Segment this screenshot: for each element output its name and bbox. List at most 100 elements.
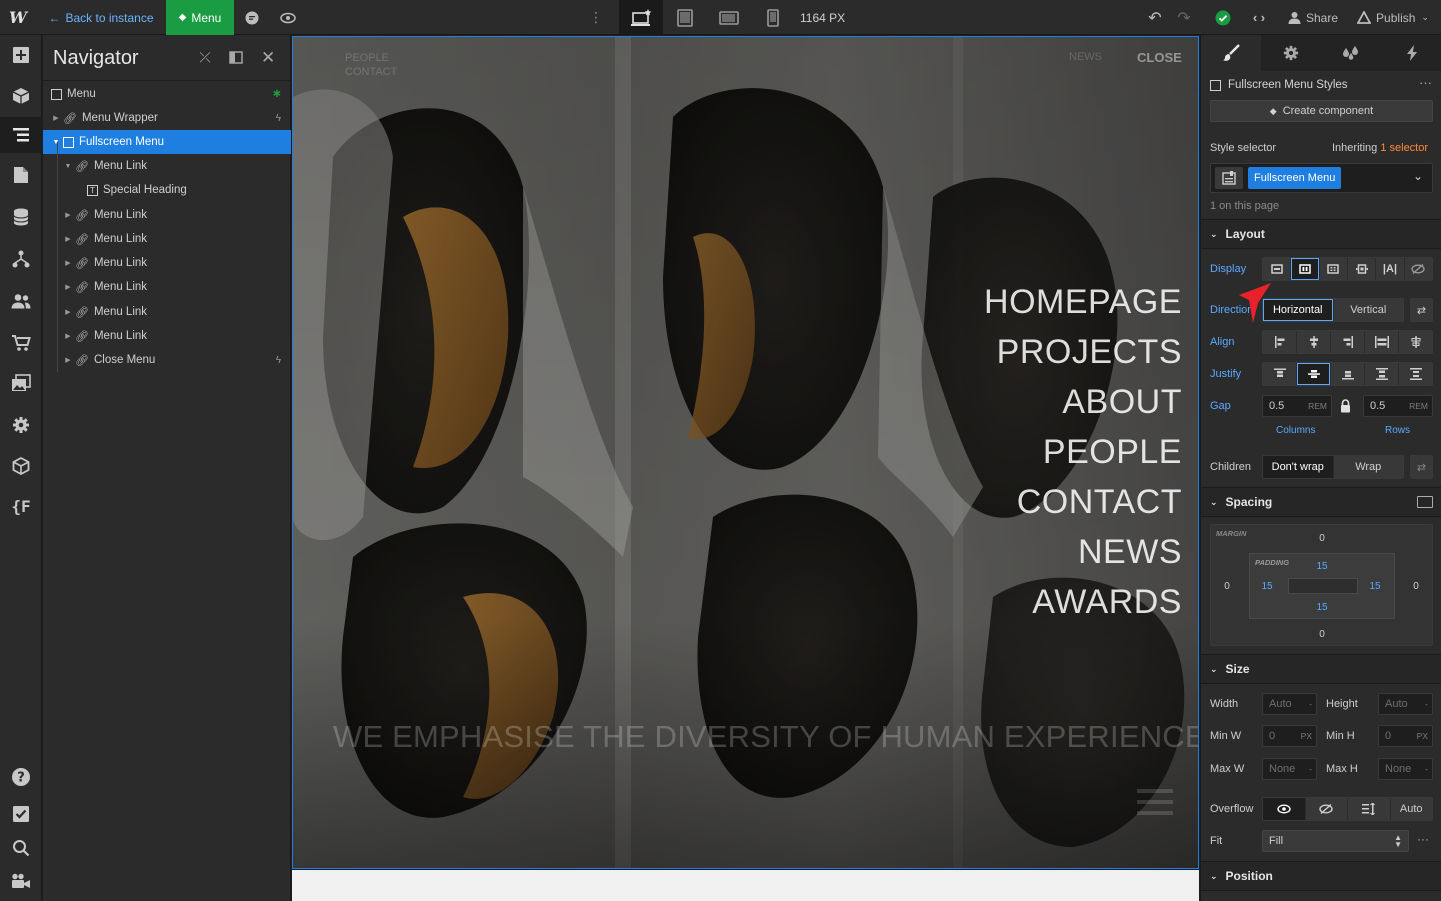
display-none-button[interactable] [1405,258,1432,280]
dock-panel-button[interactable] [229,51,243,64]
fit-more-options-icon[interactable]: ··· [1417,832,1429,846]
gap-rows-unit[interactable]: REM [1409,401,1428,411]
display-flex-button[interactable] [1291,258,1320,280]
logic-panel-button[interactable] [0,241,42,277]
display-inline-button[interactable]: |A| [1376,258,1405,280]
justify-space-between-button[interactable] [1365,363,1399,385]
layout-section-header[interactable]: ⌄ Layout [1201,219,1441,249]
margin-left-value[interactable]: 0 [1221,581,1233,592]
symbols-panel-button[interactable] [0,78,42,114]
wrap-button[interactable]: Wrap [1334,456,1404,478]
search-button[interactable] [0,830,42,866]
overflow-hidden-button[interactable] [1306,798,1348,820]
menu-link-news[interactable]: NEWS [1078,535,1182,569]
variables-icon[interactable]: {F [0,488,42,524]
redo-icon[interactable]: ↷ [1172,0,1196,35]
cms-panel-button[interactable] [0,199,42,235]
nav-item-fullscreen-menu[interactable]: ▼ Fullscreen Menu [43,130,291,154]
users-panel-button[interactable] [0,283,42,319]
add-panel-button[interactable] [0,37,42,73]
align-center-button[interactable] [1297,331,1331,353]
max-height-unit[interactable]: - [1425,764,1428,774]
size-section-header[interactable]: ⌄ Size [1201,654,1441,684]
align-baseline-button[interactable] [1399,331,1432,353]
assets-panel-button[interactable] [0,365,42,401]
tab-interactions[interactable] [1381,35,1441,71]
width-unit[interactable]: - [1309,699,1312,709]
direction-vertical-button[interactable]: Vertical [1334,299,1404,321]
nav-item-menu-link[interactable]: ▶ 🔗︎ Menu Link [43,324,291,348]
menu-link-homepage[interactable]: HOMEPAGE [984,285,1182,319]
tab-style[interactable] [1201,35,1261,71]
nav-item-menu[interactable]: Menu ✱ [43,82,291,106]
justify-start-button[interactable] [1263,363,1297,385]
close-menu-link[interactable]: CLOSE [1137,50,1182,65]
style-selector-field[interactable]: Fullscreen Menu ⌄ [1210,163,1433,193]
overflow-auto-button[interactable]: Auto [1391,798,1433,820]
nav-item-menu-link[interactable]: ▶ 🔗︎ Menu Link [43,300,291,324]
gap-rows-input[interactable]: 0.5 REM [1363,395,1433,417]
nav-item-menu-link[interactable]: ▼ 🔗︎ Menu Link [43,154,291,178]
breakpoint-tablet[interactable] [670,0,700,35]
menu-link-people[interactable]: PEOPLE [1043,435,1182,469]
share-button[interactable]: Share [1280,0,1346,35]
menu-link-awards[interactable]: AWARDS [1032,585,1182,619]
component-menu-badge[interactable]: ◆ Menu [166,0,234,35]
padding-right-value[interactable]: 15 [1367,581,1383,592]
margin-bottom-value[interactable]: 0 [1316,629,1328,640]
reverse-direction-button[interactable]: ⇄ [1410,298,1433,322]
min-width-input[interactable]: 0 PX [1262,725,1317,747]
position-section-header[interactable]: ⌄ Position [1201,861,1441,891]
code-icon[interactable]: ‹ › [1244,0,1274,35]
width-input[interactable]: Auto - [1262,693,1317,715]
spacing-preset-icon[interactable] [1417,496,1433,508]
undo-icon[interactable]: ↶ [1143,0,1167,35]
breakpoint-mobile-portrait[interactable] [760,0,786,35]
site-status-button[interactable] [1208,0,1238,35]
nav-item-menu-link[interactable]: ▶ 🔗︎ Menu Link [43,227,291,251]
menu-link-projects[interactable]: PROJECTS [997,335,1182,369]
ecommerce-panel-button[interactable] [0,325,42,361]
overflow-visible-button[interactable] [1263,798,1306,820]
more-options-icon[interactable]: ··· [1419,75,1432,90]
min-height-unit[interactable]: PX [1417,731,1428,741]
padding-top-value[interactable]: 15 [1314,561,1330,572]
collapse-all-icon[interactable]: ⤫ [197,49,213,65]
menu-link-contact[interactable]: CONTACT [1017,485,1182,519]
breakpoint-mobile-landscape[interactable] [713,0,745,35]
justify-space-around-button[interactable] [1399,363,1432,385]
display-grid-button[interactable] [1320,258,1348,280]
selector-chip[interactable]: Fullscreen Menu [1248,167,1342,189]
tab-style-manager[interactable] [1321,35,1381,71]
dont-wrap-button[interactable]: Don't wrap [1263,456,1334,478]
nav-item-menu-link[interactable]: ▶ 🔗︎ Menu Link [43,203,291,227]
overflow-scroll-button[interactable] [1348,798,1391,820]
padding-left-value[interactable]: 15 [1259,581,1275,592]
height-input[interactable]: Auto - [1378,693,1433,715]
spacing-section-header[interactable]: ⌄ Spacing [1201,487,1441,517]
more-vertical-icon[interactable]: ⋮ [584,0,608,35]
align-end-button[interactable] [1331,331,1365,353]
apps-panel-button[interactable] [0,448,42,484]
max-height-input[interactable]: None - [1378,758,1433,780]
chevron-down-icon[interactable]: ⌄ [1413,169,1423,183]
webflow-logo[interactable]: W [0,0,36,35]
tab-settings[interactable] [1261,35,1321,71]
close-navigator-icon[interactable]: ✕ [261,48,275,68]
nav-item-special-heading[interactable]: T Special Heading [43,178,291,202]
align-start-button[interactable] [1263,331,1297,353]
direction-horizontal-button[interactable]: Horizontal [1263,299,1334,321]
inheriting-count-link[interactable]: 1 selector [1380,142,1428,154]
pages-panel-button[interactable] [0,157,42,193]
max-width-input[interactable]: None - [1262,758,1317,780]
wrap-reverse-button[interactable]: ⇄ [1410,455,1433,479]
display-inline-block-button[interactable] [1348,258,1377,280]
margin-right-value[interactable]: 0 [1410,581,1422,592]
navigator-panel-button[interactable] [0,117,42,153]
padding-bottom-value[interactable]: 15 [1314,602,1330,613]
nav-item-menu-link[interactable]: ▶ 🔗︎ Menu Link [43,251,291,275]
justify-center-button[interactable] [1297,363,1331,385]
audit-button[interactable] [0,796,42,832]
create-component-button[interactable]: ◆ Create component [1210,100,1433,122]
justify-end-button[interactable] [1331,363,1365,385]
